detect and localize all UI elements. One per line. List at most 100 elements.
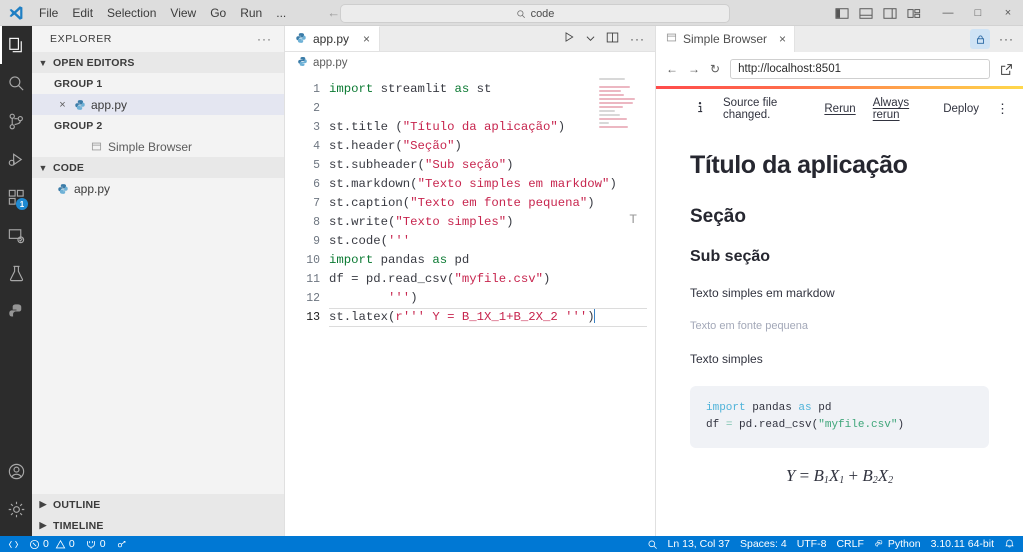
status-eol[interactable]: CRLF [831, 536, 868, 552]
status-search[interactable] [642, 536, 663, 552]
close-icon[interactable]: × [54, 99, 71, 111]
browser-forward-icon[interactable]: → [688, 62, 700, 76]
activity-item-run-and-debug[interactable] [0, 140, 32, 178]
menu-more[interactable]: ... [269, 3, 293, 23]
editor-overview-ruler[interactable] [642, 74, 654, 536]
status-python-interpreter[interactable]: 3.10.11 64-bit [926, 536, 999, 552]
menu-view[interactable]: View [163, 3, 203, 23]
activity-item-remote-explorer[interactable] [0, 216, 32, 254]
section-open-editors[interactable]: ▼ OPEN EDITORS [32, 52, 284, 73]
menu-edit[interactable]: Edit [65, 3, 100, 23]
editor-group-2-label[interactable]: GROUP 2 [32, 115, 284, 136]
external-link-icon[interactable] [1000, 63, 1013, 76]
browser-back-icon[interactable]: ← [666, 62, 678, 76]
menu-go[interactable]: Go [203, 3, 233, 23]
app-title: Título da aplicação [690, 151, 908, 179]
status-live-share[interactable] [111, 536, 133, 552]
group-label: GROUP 1 [54, 77, 103, 90]
toggle-secondary-sidebar-icon[interactable] [883, 7, 897, 20]
activity-item-python[interactable] [0, 292, 32, 330]
activity-item-extensions[interactable]: 1 [0, 178, 32, 216]
browser-url-input[interactable]: http://localhost:8501 [730, 59, 990, 79]
browser-reload-icon[interactable]: ↻ [710, 62, 720, 76]
chevron-down-icon[interactable] [586, 32, 595, 46]
sidebar-more-actions-icon[interactable]: ··· [257, 32, 272, 46]
section-timeline-label: TIMELINE [53, 519, 104, 532]
menu-run[interactable]: Run [233, 3, 269, 23]
minimize-button[interactable]: — [933, 0, 963, 26]
always-rerun-button[interactable]: Always rerun [873, 97, 926, 121]
section-outline-label: OUTLINE [53, 498, 101, 511]
breadcrumb[interactable]: app.py [285, 52, 655, 74]
section-open-editors-label: OPEN EDITORS [53, 56, 135, 69]
gear-icon [8, 501, 24, 517]
deploy-button[interactable]: Deploy [943, 103, 979, 115]
line-number: 10 [306, 254, 320, 267]
rerun-button[interactable]: Rerun [824, 103, 855, 115]
open-editor-app-py[interactable]: × app.py [32, 94, 284, 115]
lock-icon[interactable] [970, 29, 990, 49]
toggle-primary-sidebar-icon[interactable] [835, 7, 849, 20]
section-code[interactable]: ▼ CODE [32, 157, 284, 178]
line-number-gutter: 1 2 3 4 5 6 7 8 9 10 11 12 13 [285, 74, 329, 536]
status-remote-indicator[interactable] [3, 536, 24, 552]
window-controls: — □ × [835, 0, 1023, 26]
streamlit-main-menu-icon[interactable]: ⋮ [996, 102, 1009, 115]
status-warning-count: 0 [68, 538, 75, 550]
maximize-button[interactable]: □ [963, 0, 993, 26]
close-button[interactable]: × [993, 0, 1023, 26]
menu-selection[interactable]: Selection [100, 3, 163, 23]
status-problems[interactable]: 0 0 [24, 536, 80, 552]
split-editor-icon[interactable] [606, 31, 619, 47]
activity-item-accounts[interactable] [0, 452, 32, 490]
python-icon [8, 303, 21, 316]
editor-group-1-label[interactable]: GROUP 1 [32, 73, 284, 94]
editor-minimap[interactable] [599, 78, 641, 128]
open-editor-simple-browser[interactable]: Simple Browser [32, 136, 284, 157]
activity-item-search[interactable] [0, 64, 32, 102]
status-cursor-position[interactable]: Ln 13, Col 37 [663, 536, 735, 552]
activity-item-source-control[interactable] [0, 102, 32, 140]
activity-item-settings[interactable] [0, 490, 32, 528]
status-ports[interactable]: 0 [80, 536, 111, 552]
code-text[interactable]: import streamlit as st st.title ("Título… [329, 74, 655, 536]
browser-icon [666, 32, 677, 46]
activity-item-testing[interactable] [0, 254, 32, 292]
tab-app-py[interactable]: app.py × [285, 26, 381, 51]
editor-more-actions-icon[interactable]: ··· [630, 32, 645, 46]
browser-tab-bar: Simple Browser × ··· [656, 26, 1023, 52]
tab-close-icon[interactable]: × [363, 32, 370, 46]
browser-icon [88, 141, 105, 152]
menu-file[interactable]: File [32, 3, 65, 23]
command-center[interactable]: code [340, 4, 730, 23]
browser-tab-close-icon[interactable]: × [779, 32, 786, 46]
customize-layout-icon[interactable] [907, 7, 921, 20]
sidebar-title: EXPLORER [50, 33, 112, 45]
menu-bar: File Edit Selection View Go Run ... [32, 3, 293, 23]
command-center-text: code [530, 7, 555, 20]
tab-label: app.py [313, 32, 350, 46]
files-icon [8, 37, 22, 52]
run-python-file-icon[interactable] [563, 31, 575, 46]
section-timeline[interactable]: ▶ TIMELINE [32, 515, 284, 536]
back-arrow-icon[interactable]: ← [327, 5, 340, 20]
status-notifications[interactable] [999, 536, 1020, 552]
code-editor[interactable]: 1 2 3 4 5 6 7 8 9 10 11 12 13 import str… [285, 74, 655, 536]
code-line: import pandas as pd [329, 253, 470, 267]
status-language-mode[interactable]: Python [869, 536, 926, 552]
activity-item-explorer[interactable] [0, 26, 32, 64]
status-indentation[interactable]: Spaces: 4 [735, 536, 792, 552]
code-line: st.latex(r''' Y = B_1X_1+B_2X_2 ''') [329, 308, 647, 327]
section-outline[interactable]: ▶ OUTLINE [32, 494, 284, 515]
file-tree-item-app-py[interactable]: app.py [32, 178, 284, 199]
browser-more-actions-icon[interactable]: ··· [999, 32, 1014, 46]
app-markdown-text: Texto simples em markdow [690, 286, 835, 300]
toggle-panel-icon[interactable] [859, 7, 873, 20]
section-code-label: CODE [53, 161, 85, 174]
line-number: 7 [313, 197, 320, 210]
live-share-icon [117, 540, 125, 547]
status-encoding[interactable]: UTF-8 [792, 536, 832, 552]
vscode-window: File Edit Selection View Go Run ... ← → … [0, 0, 1023, 552]
tab-simple-browser[interactable]: Simple Browser × [656, 26, 796, 52]
simple-browser-pane: Simple Browser × ··· ← → ↻ http://localh… [655, 26, 1023, 536]
